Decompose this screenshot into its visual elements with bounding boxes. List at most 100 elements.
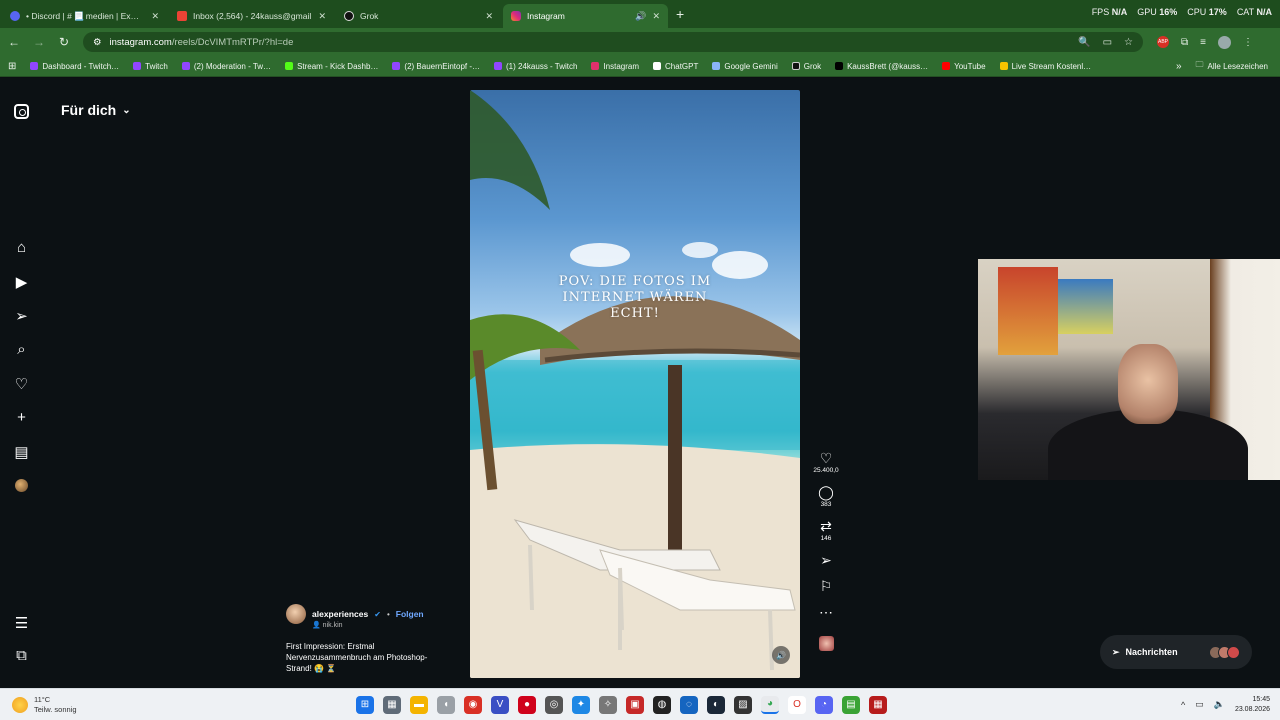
weather-widget[interactable]: 11°C Teilw. sonnig (12, 695, 342, 715)
reel-author-info: alexperiences ✔ • Folgen 👤 nik.kin First… (286, 604, 466, 674)
close-icon[interactable]: ✕ (318, 11, 326, 22)
bookmark-item[interactable]: (2) BauernEintopf -… (392, 62, 480, 71)
comment-action[interactable]: ◯ 383 (818, 484, 834, 508)
bookmark-item[interactable]: Instagram (591, 62, 639, 71)
media-controls-icon[interactable]: ≡ (1200, 37, 1206, 48)
home-icon[interactable]: ⌂ (12, 238, 31, 257)
speaker-icon[interactable]: 🔊 (635, 11, 646, 22)
mute-toggle-icon[interactable]: 🔊 (772, 646, 790, 664)
target-app-icon[interactable]: ◎ (545, 695, 563, 714)
profile-avatar[interactable] (1217, 35, 1231, 49)
clock[interactable]: 15:45 23.08.2026 (1235, 695, 1270, 715)
bookmark-icon[interactable]: ⚐ (820, 578, 833, 594)
bookmark-item[interactable]: Google Gemini (712, 62, 778, 71)
bookmark-star-icon[interactable]: ☆ (1124, 37, 1133, 48)
comment-icon[interactable]: ◯ (818, 484, 834, 500)
send-icon[interactable]: ➢ (820, 552, 832, 568)
heart-icon[interactable]: ♡ (820, 450, 833, 466)
apps-grid-icon[interactable]: ⊞ (8, 61, 16, 72)
tab-instagram[interactable]: Instagram 🔊 ✕ (503, 4, 668, 28)
bookmark-item[interactable]: KaussBrett (@kauss… (835, 62, 928, 71)
app-icon[interactable]: ▤ (842, 695, 860, 714)
also-from-meta-icon[interactable]: ⧉ (12, 646, 31, 665)
bookmark-item[interactable]: Stream - Kick Dashb… (285, 62, 378, 71)
more-menu-icon[interactable]: ☰ (12, 613, 31, 632)
author-avatar[interactable] (286, 604, 306, 624)
reels-icon[interactable]: ▶ (12, 272, 31, 291)
all-bookmarks-button[interactable]: 🗀 Alle Lesezeichen (1196, 59, 1268, 73)
new-tab-button[interactable]: + (676, 6, 684, 22)
vscode-icon[interactable]: V (491, 695, 509, 714)
verified-badge-icon: ✔ (374, 609, 381, 619)
extensions-icon[interactable]: ⧉ (1181, 37, 1188, 48)
steam-icon[interactable]: ◐ (707, 695, 725, 714)
profile-avatar-icon[interactable] (12, 476, 31, 495)
bookmark-item[interactable]: ChatGPT (653, 62, 698, 71)
opera-icon[interactable]: O (788, 695, 806, 714)
red-app-icon[interactable]: ▦ (869, 695, 887, 714)
red-app-icon[interactable]: ● (518, 695, 536, 714)
reel-video[interactable]: POV: DIE FOTOS IM INTERNET WÄREN ECHT! 🔊 (470, 90, 800, 678)
bookmark-item[interactable]: YouTube (942, 62, 986, 71)
instagram-logo-icon[interactable] (14, 104, 29, 119)
close-icon[interactable]: ✕ (652, 11, 660, 22)
epic-games-icon[interactable]: ▨ (734, 695, 752, 714)
dashboard-icon[interactable]: ▤ (12, 442, 31, 461)
feed-selector[interactable]: Für dich ⌄ (61, 102, 131, 118)
tab-discord[interactable]: • Discord | # 📃 medien | Ex… ✕ (2, 4, 167, 28)
repost-action[interactable]: ⇄ 146 (820, 518, 832, 542)
messages-button[interactable]: ➢ Nachrichten (1100, 635, 1252, 669)
adblock-extension-icon[interactable]: ABP (1157, 36, 1169, 48)
reload-icon[interactable]: ↻ (53, 35, 75, 49)
bookmark-item[interactable]: (2) Moderation - Tw… (181, 62, 271, 71)
battle-net-icon[interactable]: ✦ (572, 695, 590, 714)
share-action[interactable]: ➢ (820, 552, 832, 568)
close-icon[interactable]: ✕ (151, 11, 159, 22)
calculator-icon[interactable]: ▦ (383, 695, 401, 714)
audio-info[interactable]: 👤 nik.kin (312, 621, 466, 629)
save-action[interactable]: ⚐ (820, 578, 833, 594)
elgato-icon[interactable]: ▣ (626, 695, 644, 714)
zoom-icon[interactable]: 🔍 (1078, 37, 1090, 48)
cast-icon[interactable]: ▭ (1103, 37, 1112, 48)
file-explorer-icon[interactable]: ▬ (410, 695, 428, 714)
bookmark-item[interactable]: Grok (791, 62, 821, 71)
discord-icon[interactable]: ◔ (815, 695, 833, 714)
audio-thumbnail[interactable] (818, 636, 834, 651)
address-bar[interactable]: ⚙ instagram.com /reels/DcVIMTmRTPr/?hl=d… (83, 32, 1143, 52)
author-name[interactable]: alexperiences (312, 609, 368, 619)
search-icon[interactable]: ⌕ (12, 340, 31, 359)
menu-icon[interactable]: ⋮ (1243, 37, 1253, 48)
repost-icon[interactable]: ⇄ (820, 518, 832, 534)
chevron-up-icon[interactable]: ^ (1181, 700, 1185, 710)
instagram-icon (591, 62, 600, 70)
tab-grok[interactable]: Grok ✕ (336, 4, 501, 28)
bookmark-item[interactable]: Dashboard - Twitch… (30, 62, 119, 71)
like-action[interactable]: ♡ 25.400,0 (813, 450, 838, 474)
volume-icon[interactable]: 🔈 (1214, 699, 1225, 710)
obs-icon[interactable]: ◍ (653, 695, 671, 714)
chrome-icon[interactable]: ◕ (761, 695, 779, 714)
opera-gx-icon[interactable]: ◉ (464, 695, 482, 714)
settings-app-icon[interactable]: ✧ (599, 695, 617, 714)
tab-gmail[interactable]: Inbox (2,564) - 24kauss@gmail. ✕ (169, 4, 334, 28)
send-icon[interactable]: ➢ (12, 306, 31, 325)
create-plus-icon[interactable]: + (12, 408, 31, 427)
more-options[interactable]: ⋯ (819, 604, 833, 620)
start-icon[interactable]: ⊞ (356, 695, 374, 714)
close-icon[interactable]: ✕ (485, 11, 493, 22)
mouse-app-icon[interactable]: ◖ (437, 695, 455, 714)
bookmark-item[interactable]: Twitch (133, 62, 168, 71)
bookmarks-overflow-button[interactable]: » (1176, 61, 1182, 72)
bookmark-item[interactable]: (1) 24kauss - Twitch (494, 62, 577, 71)
site-info-icon[interactable]: ⚙ (93, 37, 102, 48)
heart-icon[interactable]: ♡ (12, 374, 31, 393)
follow-button[interactable]: Folgen (396, 609, 424, 619)
ubisoft-icon[interactable]: ◌ (680, 695, 698, 714)
bookmark-item[interactable]: Live Stream Kostenl… (999, 62, 1091, 71)
monitor-icon[interactable]: ▭ (1195, 699, 1204, 710)
back-icon[interactable]: ← (3, 35, 25, 49)
reel-description[interactable]: First Impression: Erstmal Nervenzusammen… (286, 641, 466, 674)
more-horizontal-icon[interactable]: ⋯ (819, 604, 833, 620)
forward-icon[interactable]: → (28, 35, 50, 49)
